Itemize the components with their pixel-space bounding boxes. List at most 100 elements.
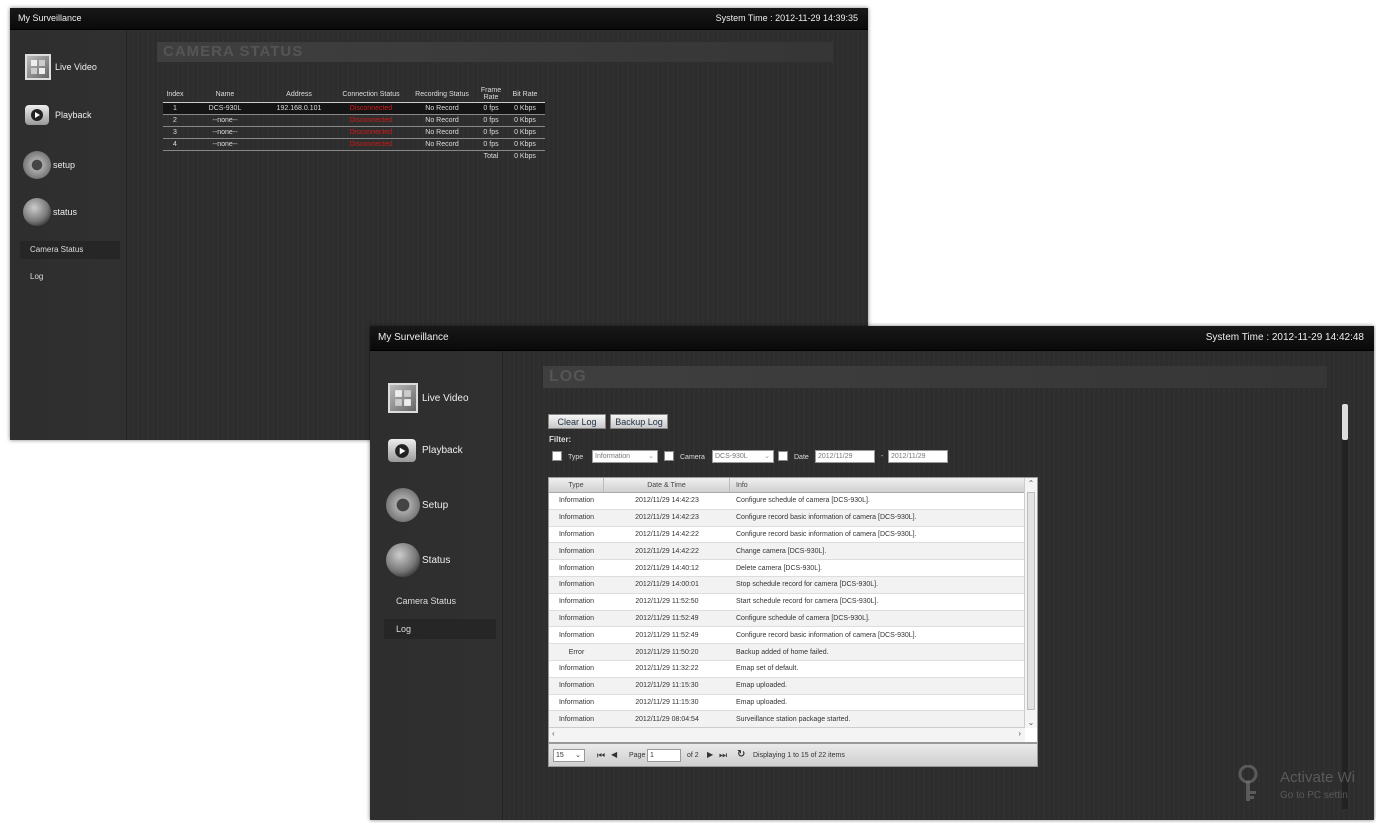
cell-type: Information <box>558 614 595 622</box>
scroll-right-icon[interactable]: › <box>1018 729 1021 738</box>
subnav-camera-status[interactable]: Camera Status <box>384 591 496 611</box>
cell-index: 1 <box>163 102 187 115</box>
cell-info: Configure schedule of camera [DCS-930L]. <box>736 497 870 505</box>
page-number-input[interactable]: 1 <box>647 749 681 762</box>
nav-status[interactable]: Status <box>386 543 450 577</box>
table-row[interactable]: Information 2012/11/29 08:04:54 Surveillan… <box>549 711 1025 728</box>
type-filter-checkbox[interactable] <box>552 451 562 461</box>
status-icon <box>386 543 420 577</box>
table-row[interactable]: Error 2012/11/29 11:50:20 Backup added of … <box>549 644 1025 661</box>
col-type[interactable]: Type <box>549 478 604 492</box>
cell-index: 3 <box>163 126 187 139</box>
clear-log-button[interactable]: Clear Log <box>548 414 606 429</box>
date-filter-checkbox[interactable] <box>778 451 788 461</box>
cell-date-time: 2012/11/29 11:15:30 <box>635 698 699 706</box>
col-frame-rate: Frame Rate <box>477 86 505 103</box>
cell-info: Emap uploaded. <box>736 682 787 690</box>
table-row[interactable]: Information 2012/11/29 14:40:12 Delete cam… <box>549 560 1025 577</box>
nav-setup[interactable]: setup <box>23 151 75 179</box>
camera-select[interactable]: DCS-930L ⌄ <box>712 450 774 463</box>
table-row[interactable]: Information 2012/11/29 11:52:49 Configure … <box>549 610 1025 628</box>
key-icon <box>1236 764 1260 803</box>
cell-type: Error <box>568 648 585 656</box>
display-range-text: Displaying 1 to 15 of 22 items <box>753 752 845 759</box>
grid-vertical-scrollbar[interactable]: ⌃ ⌄ <box>1024 478 1037 728</box>
table-row[interactable]: Information 2012/11/29 14:00:01 Stop sched… <box>549 577 1025 594</box>
table-row[interactable]: Information 2012/11/29 11:15:30 Emap uploa… <box>549 695 1025 712</box>
grid-scrollbar-thumb[interactable] <box>1027 492 1035 710</box>
table-row[interactable]: Information 2012/11/29 11:15:30 Emap uploa… <box>549 677 1025 695</box>
cell-info: Configure record basic information of ca… <box>736 514 917 522</box>
cell-type: Information <box>558 698 595 706</box>
gear-icon <box>23 151 51 179</box>
nav-setup[interactable]: Setup <box>386 488 448 522</box>
system-time: System Time : 2012-11-29 14:39:35 <box>715 13 858 23</box>
gear-icon <box>386 488 420 522</box>
scroll-down-icon[interactable]: ⌄ <box>1025 718 1037 727</box>
table-header-row: Index Name Address Connection Status Rec… <box>163 86 545 103</box>
table-row[interactable]: Information 2012/11/29 14:42:22 Configure … <box>549 527 1025 544</box>
nav-status-label: status <box>53 207 78 217</box>
backup-log-button[interactable]: Backup Log <box>610 414 668 429</box>
cell-address <box>263 138 335 151</box>
table-row[interactable]: Information 2012/11/29 14:42:23 Configure … <box>549 509 1025 527</box>
date-to-input[interactable]: 2012/11/29 <box>888 450 948 463</box>
scroll-up-icon[interactable]: ⌃ <box>1025 479 1037 488</box>
nav-playback[interactable]: Playback <box>25 105 92 125</box>
table-row[interactable]: Information 2012/11/29 11:32:22 Emap set o… <box>549 661 1025 678</box>
system-time: System Time : 2012-11-29 14:42:48 <box>1205 332 1364 343</box>
scroll-left-icon[interactable]: ‹ <box>552 729 555 738</box>
cell-frame-rate: 0 fps <box>477 138 505 151</box>
page-scrollbar[interactable] <box>1342 404 1348 809</box>
type-select[interactable]: Information ⌄ <box>592 450 658 463</box>
col-date-time[interactable]: Date & Time <box>604 478 730 492</box>
table-row[interactable]: Information 2012/11/29 11:52:49 Configure … <box>549 627 1025 645</box>
prev-page-icon[interactable]: ◀ <box>611 750 617 759</box>
type-select-value: Information <box>595 453 631 460</box>
col-name: Name <box>187 86 263 103</box>
last-page-icon[interactable]: ⏭ <box>719 750 727 761</box>
table-row: 1 DCS-930L 192.168.0.101 Disconnected No… <box>163 102 545 115</box>
page-label: Page <box>629 752 646 759</box>
nav-status[interactable]: status <box>23 198 77 226</box>
next-page-icon[interactable]: ▶ <box>707 750 713 759</box>
table-row[interactable]: Information 2012/11/29 14:42:22 Change cam… <box>549 543 1025 561</box>
cell-address <box>263 126 335 139</box>
nav-playback-label: Playback <box>422 445 463 456</box>
date-from-input[interactable]: 2012/11/29 <box>815 450 875 463</box>
nav-playback[interactable]: Playback <box>388 439 463 462</box>
subnav-log[interactable]: Log <box>384 619 496 639</box>
camera-filter-checkbox[interactable] <box>664 451 674 461</box>
nav-live-video[interactable]: Live Video <box>388 383 469 413</box>
cell-date-time: 2012/11/29 14:00:01 <box>635 581 699 589</box>
subnav-camera-status[interactable]: Camera Status <box>20 241 120 259</box>
refresh-icon[interactable]: ↻ <box>737 749 745 760</box>
table-row[interactable]: Information 2012/11/29 11:52:50 Start sche… <box>549 594 1025 611</box>
cell-name: --none-- <box>187 114 263 127</box>
table-row[interactable]: Information 2012/11/29 14:42:23 Configure … <box>549 493 1025 510</box>
date-label: Date <box>794 454 809 461</box>
cell-frame-rate: 0 fps <box>477 114 505 127</box>
page-size-select[interactable]: 15 ⌄ <box>553 749 585 762</box>
col-info[interactable]: Info <box>730 478 1025 492</box>
first-page-icon[interactable]: ⏮ <box>597 750 605 761</box>
grid-horizontal-scrollbar[interactable]: ‹ › <box>549 727 1025 742</box>
subnav-log[interactable]: Log <box>20 268 120 286</box>
status-icon <box>23 198 51 226</box>
cell-bit-rate: 0 Kbps <box>505 138 545 151</box>
cell-frame-rate: 0 fps <box>477 102 505 115</box>
cell-date-time: 2012/11/29 14:40:12 <box>635 564 699 572</box>
nav-live-video[interactable]: Live Video <box>25 54 97 80</box>
watermark-line2: Go to PC settin <box>1280 790 1348 801</box>
log-grid: Type Date & Time Info Information 2012/11… <box>548 477 1038 743</box>
cell-info: Delete camera [DCS-930L]. <box>736 564 822 572</box>
page-scrollbar-thumb[interactable] <box>1342 404 1348 440</box>
cell-type: Information <box>558 682 595 690</box>
cell-connection-status: Disconnected <box>335 102 407 115</box>
col-index: Index <box>163 86 187 103</box>
nav-setup-label: setup <box>53 160 76 170</box>
cell-bit-rate: 0 Kbps <box>505 102 545 115</box>
cell-date-time: 2012/11/29 11:52:49 <box>635 631 699 639</box>
cell-type: Information <box>558 715 595 723</box>
chevron-down-icon: ⌄ <box>575 752 581 759</box>
